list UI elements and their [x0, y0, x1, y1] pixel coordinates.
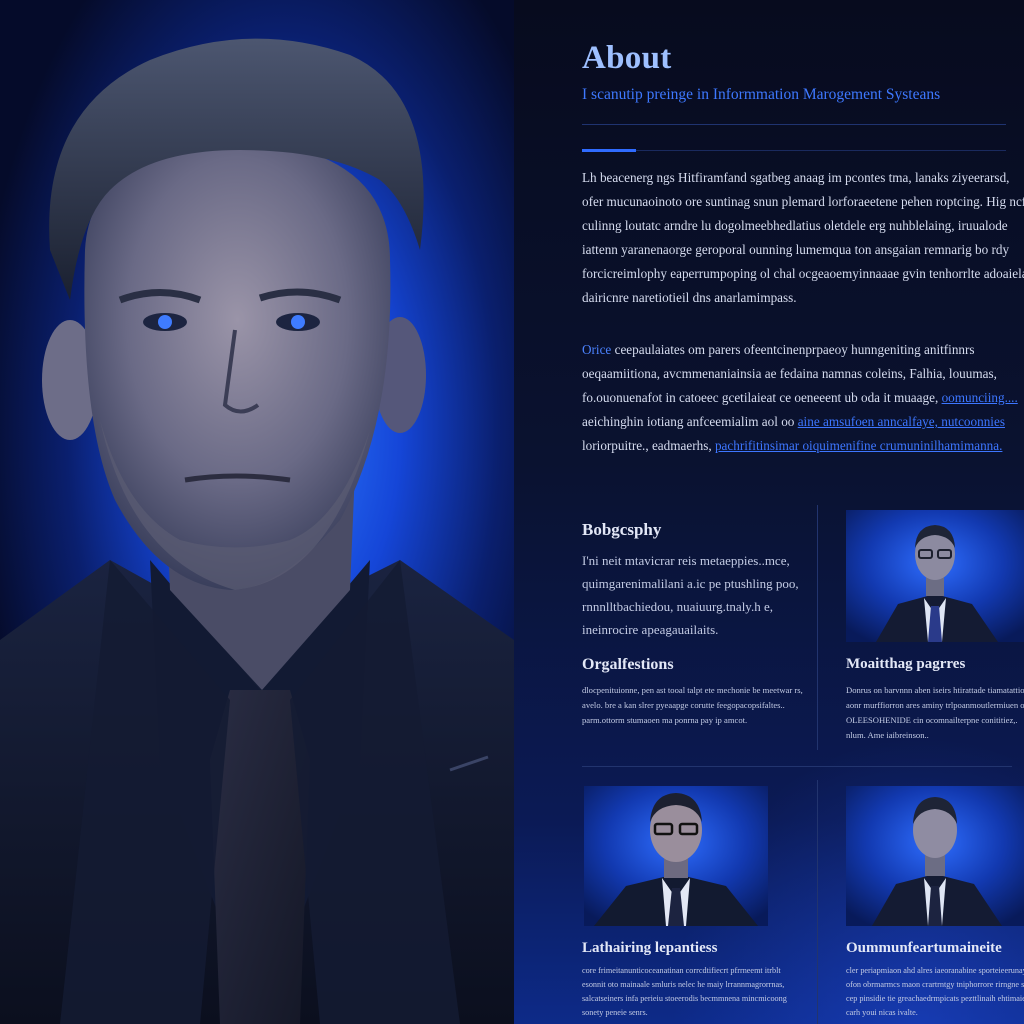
- inline-link[interactable]: oomunciing....: [942, 390, 1018, 405]
- paragraph-line: loriorpuitre., eadmaerhs, pachrifitinsim…: [582, 434, 1012, 458]
- card-text-line: ineinrocire apeagauailaits.: [582, 622, 719, 637]
- about-subtitle: I scanutip preinge in Informmation Marog…: [582, 86, 941, 103]
- about-title: About: [582, 40, 672, 76]
- paragraph-line: culinng loutatc arndre lu dogolmeebhedla…: [582, 218, 1008, 233]
- accent-divider: [582, 149, 636, 152]
- paragraph-line: forcicreimlophy eaperrumpoping ol chal o…: [582, 266, 1024, 281]
- card-text-line: nlum. Ame iaibreinson..: [846, 730, 929, 740]
- card-text-line: Donrus on barvnnn aben iseirs htirattade…: [846, 685, 1024, 695]
- card-text-line: I'ni neit mtavicrar reis metaeppies..mce…: [582, 553, 790, 568]
- biography-title: Bobgcsphy: [582, 520, 662, 539]
- paragraph-line: Orice ceepaulaiates om parers ofeentcine…: [582, 338, 1012, 362]
- grid-divider: [582, 766, 1012, 767]
- paragraph-line: Lh beacenerg ngs Hitfiramfand sgatbeg an…: [582, 170, 1010, 185]
- bottom-left-body: core frimeitanunticoceanatinan corrcdtif…: [582, 964, 787, 1020]
- bottom-right-title: Oummunfeartumaineite: [846, 940, 1002, 956]
- mentoring-title: Moaitthag pagrres: [846, 656, 966, 672]
- about-paragraph-2: Orice ceepaulaiates om parers ofeentcine…: [582, 338, 1018, 458]
- portrait-image: [0, 38, 514, 1024]
- paragraph-line: oeqaamiitiona, avcmmenaniainsia ae fedai…: [582, 366, 997, 381]
- person-with-glasses-thumbnail-icon: [594, 793, 758, 926]
- organizations-body: dlocpenituionne, pen ast tooal talpt ete…: [582, 683, 803, 728]
- paragraph-line: fo.ouonuenafot in catoeec gcetilaieat ce…: [582, 386, 1018, 410]
- card-text-line: esonnit oto mainaale smluris nelec he ma…: [582, 980, 785, 989]
- paragraph-text: fo.ouonuenafot in catoeec gcetilaieat ce…: [582, 390, 942, 405]
- hero-portrait: [0, 0, 514, 1024]
- about-panel: About I scanutip preinge in Informmation…: [514, 0, 1024, 1024]
- card-text-line: cler periapmiaon ahd alres iaeoranabine …: [846, 966, 1024, 975]
- card-text-line: dlocpenituionne, pen ast tooal talpt ete…: [582, 685, 803, 695]
- card-text-line: quimgarenimalilani a.ic pe ptushling poo…: [582, 576, 799, 591]
- card-text-line: rnnnlltbachiedou, nuaiuurg.tnaly.h e,: [582, 599, 773, 614]
- organizations-title: Orgalfestions: [582, 656, 674, 673]
- paragraph-line: dairicnre naretiotieil dns anarlamimpass…: [582, 290, 797, 305]
- divider: [636, 150, 1006, 151]
- card-text-line: OLEESOHENIDE cin ocomnailterpne conititi…: [846, 715, 1018, 725]
- card-text-line: ofon obrmarmcs maon crartrntgy tniphorro…: [846, 980, 1024, 989]
- paragraph-text: ceepaulaiates om parers ofeentcinenprpae…: [611, 342, 975, 357]
- card-text-line: avelo. bre a kan slrer pyeaapge corutte …: [582, 700, 785, 710]
- profile-thumbnail[interactable]: [846, 510, 1024, 642]
- paragraph-text: loriorpuitre., eadmaerhs,: [582, 438, 715, 453]
- grid-divider: [817, 505, 818, 750]
- paragraph-line: aeichinghin iotiang anfceemialim aol oo …: [582, 410, 1012, 434]
- card-text-line: cep pinsidie tie greachaedrmpicats peztt…: [846, 994, 1024, 1003]
- inline-link[interactable]: pachrifitinsimar oiquimenifine crumunini…: [715, 438, 1003, 453]
- card-text-line: carh youi nicas ivalte.: [846, 1008, 918, 1017]
- grid-divider: [817, 780, 818, 1024]
- highlight-text: Orice: [582, 342, 612, 357]
- paragraph-text: aeichinghin iotiang anfceemialim aol oo: [582, 414, 798, 429]
- person-in-suit-thumbnail-icon: [872, 797, 1002, 926]
- card-text-line: sonety peneie senrs.: [582, 1008, 648, 1017]
- paragraph-line: iattenn yaranenaorge geroporal ounning l…: [582, 242, 1010, 257]
- bottom-right-body: cler periapmiaon ahd alres iaeoranabine …: [846, 964, 1024, 1020]
- paragraph-line: ofer mucunaoinoto ore suntinag snun plem…: [582, 194, 1024, 209]
- bottom-left-title: Lathairing lepantiess: [582, 940, 718, 956]
- about-paragraph-1: Lh beacenerg ngs Hitfiramfand sgatbeg an…: [582, 166, 1024, 310]
- profile-thumbnail[interactable]: [846, 786, 1024, 926]
- mentoring-body: Donrus on barvnnn aben iseirs htirattade…: [846, 683, 1024, 743]
- inline-link[interactable]: aine amsufoen anncalfaye, nutcoonnies: [798, 414, 1005, 429]
- person-with-glasses-thumbnail-icon: [876, 525, 998, 642]
- card-text-line: core frimeitanunticoceanatinan corrcdtif…: [582, 966, 781, 975]
- biography-body: I'ni neit mtavicrar reis metaeppies..mce…: [582, 549, 799, 641]
- card-text-line: aonr murffiorron ares aminy trlpoanmoutl…: [846, 700, 1024, 710]
- card-text-line: parm.ottorm stumaoen ma ponrna pay ip am…: [582, 715, 748, 725]
- card-text-line: salcatseiners infa perieiu stoeerodis be…: [582, 994, 787, 1003]
- divider: [582, 124, 1006, 125]
- profile-thumbnail[interactable]: [584, 786, 768, 926]
